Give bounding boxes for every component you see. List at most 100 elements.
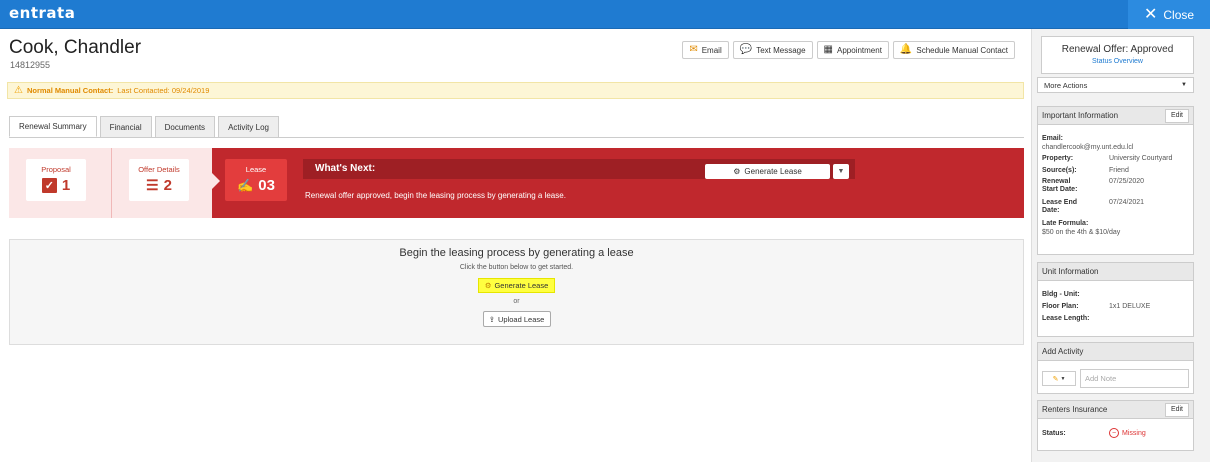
upload-lease-label: Upload Lease xyxy=(498,314,545,324)
property-label: Property: xyxy=(1042,155,1074,162)
missing-label: Missing xyxy=(1122,429,1146,437)
sources-value: Friend xyxy=(1109,167,1129,174)
bell-icon: 🔔 xyxy=(899,44,913,55)
proposal-value: 1 xyxy=(61,177,71,194)
bldg-unit-label: Bldg - Unit: xyxy=(1042,291,1080,298)
text-message-button[interactable]: 💬 Text Message xyxy=(732,41,813,59)
tab-documents[interactable]: Documents xyxy=(154,116,216,137)
tab-divider xyxy=(9,137,1024,138)
whats-next-description: Renewal offer approved, begin the leasin… xyxy=(305,191,566,200)
gears-icon: ⚙ xyxy=(484,281,492,290)
gears-icon: ⚙ xyxy=(733,167,741,176)
lease-label: Lease xyxy=(245,165,267,174)
alert-text: Last Contacted: 09/24/2019 xyxy=(117,86,210,95)
renters-insurance-edit-button[interactable]: Edit xyxy=(1164,402,1189,417)
close-button[interactable]: ✕ Close xyxy=(1128,0,1210,29)
main-content: Cook, Chandler 14812955 ✉ Email 💬 Text M… xyxy=(0,29,1031,462)
late-formula-label: Late Formula: xyxy=(1042,220,1089,227)
or-separator: or xyxy=(513,298,520,305)
offer-details-value: 2 xyxy=(163,177,172,194)
add-note-input[interactable]: Add Note xyxy=(1080,369,1189,388)
entrata-logo[interactable]: entrata xyxy=(9,4,75,22)
generate-lease-label: Generate Lease xyxy=(744,167,802,176)
chevron-down-icon: ▼ xyxy=(837,168,845,175)
contact-actions: ✉ Email 💬 Text Message ▦ Appointment 🔔 S… xyxy=(682,41,1015,59)
renters-insurance-section: Renters Insurance Edit Status: − Missing xyxy=(1037,400,1194,451)
panel-generate-lease-button[interactable]: ⚙ Generate Lease xyxy=(478,278,555,293)
panel-title: Begin the leasing process by generating … xyxy=(399,247,634,259)
text-message-label: Text Message xyxy=(756,45,806,55)
checkbox-icon: ✓ xyxy=(41,178,57,193)
email-button[interactable]: ✉ Email xyxy=(682,41,729,59)
upload-icon: ⇪ xyxy=(488,314,495,324)
lease-value: 03 xyxy=(258,177,275,194)
renters-insurance-title: Renters Insurance xyxy=(1042,405,1108,414)
close-icon: ✕ xyxy=(1143,5,1158,23)
calendar-icon: ▦ xyxy=(823,44,833,55)
important-information-section: Important Information Edit Email: chandl… xyxy=(1037,106,1194,255)
unit-info-title: Unit Information xyxy=(1042,267,1099,276)
proposal-label: Proposal xyxy=(41,165,71,174)
renewal-start-value: 07/25/2020 xyxy=(1109,178,1145,185)
renewal-offer-status: Renewal Offer: Approved Status Overview xyxy=(1041,36,1194,74)
generate-lease-button[interactable]: ⚙ Generate Lease xyxy=(705,164,830,179)
tab-activity-log[interactable]: Activity Log xyxy=(218,116,279,137)
email-value[interactable]: chandlercook@my.unt.edu.lcl xyxy=(1042,143,1193,152)
schedule-contact-button[interactable]: 🔔 Schedule Manual Contact xyxy=(892,41,1015,59)
proposal-step[interactable]: Proposal ✓ 1 xyxy=(26,159,86,201)
renewal-start-label: Renewal Start Date: xyxy=(1042,178,1078,193)
add-activity-title: Add Activity xyxy=(1042,347,1084,356)
alert-bold-text: Normal Manual Contact: xyxy=(26,86,114,95)
lease-step[interactable]: Lease ✍ 03 xyxy=(225,159,287,201)
warning-icon: ⚠ xyxy=(14,85,23,96)
generate-lease-panel: Begin the leasing process by generating … xyxy=(9,239,1024,345)
status-overview-link[interactable]: Status Overview xyxy=(1042,58,1193,65)
minus-circle-icon: − xyxy=(1109,428,1119,438)
panel-subtitle: Click the button below to get started. xyxy=(459,264,574,271)
lease-length-label: Lease Length: xyxy=(1042,315,1090,322)
whats-next-title: What's Next: xyxy=(315,163,376,174)
email-label: Email xyxy=(701,45,722,55)
floor-plan-label: Floor Plan: xyxy=(1042,303,1079,310)
tab-bar: Renewal Summary Financial Documents Acti… xyxy=(9,116,282,137)
chat-icon: 💬 xyxy=(739,44,753,55)
add-activity-section: Add Activity ✎ ▼ Add Note xyxy=(1037,342,1194,394)
insurance-status-value: − Missing xyxy=(1109,428,1146,438)
email-icon: ✉ xyxy=(689,44,698,55)
note-icon: ✎ xyxy=(1052,375,1059,383)
floor-plan-value: 1x1 DELUXE xyxy=(1109,303,1151,310)
late-formula-value: $50 on the 4th & $10/day xyxy=(1042,229,1121,236)
signature-icon: ✍ xyxy=(237,177,254,193)
more-actions-dropdown[interactable]: More Actions ▼ xyxy=(1037,77,1194,93)
renewal-progress: Proposal ✓ 1 Offer Details ☰ 2 Lease ✍ 0… xyxy=(9,148,1024,218)
tab-renewal-summary[interactable]: Renewal Summary xyxy=(9,116,97,137)
unit-information-section: Unit Information Bldg - Unit: Floor Plan… xyxy=(1037,262,1194,337)
generate-lease-dropdown[interactable]: ▼ xyxy=(833,164,849,179)
top-bar: entrata ✕ Close xyxy=(0,0,1210,29)
insurance-status-label: Status: xyxy=(1042,429,1066,437)
offer-details-step[interactable]: Offer Details ☰ 2 xyxy=(129,159,189,201)
schedule-contact-label: Schedule Manual Contact xyxy=(916,45,1008,55)
list-icon: ☰ xyxy=(146,177,159,193)
resident-name: Cook, Chandler xyxy=(9,37,142,58)
contact-alert: ⚠ Normal Manual Contact: Last Contacted:… xyxy=(7,82,1024,99)
chevron-down-icon: ▼ xyxy=(1060,375,1066,382)
appointment-button[interactable]: ▦ Appointment xyxy=(816,41,889,59)
activity-type-dropdown[interactable]: ✎ ▼ xyxy=(1042,371,1076,386)
chevron-down-icon: ▼ xyxy=(1181,82,1187,88)
offer-status-title: Renewal Offer: Approved xyxy=(1061,44,1174,55)
panel-generate-lease-label: Generate Lease xyxy=(494,281,549,290)
appointment-label: Appointment xyxy=(837,45,882,55)
step-arrow xyxy=(212,173,220,189)
step-divider xyxy=(111,148,112,218)
sources-label: Source(s): xyxy=(1042,167,1077,174)
offer-details-label: Offer Details xyxy=(138,165,180,174)
important-info-edit-button[interactable]: Edit xyxy=(1164,108,1189,123)
lease-end-label: Lease End Date: xyxy=(1042,199,1078,214)
property-value: University Courtyard xyxy=(1109,155,1173,162)
more-actions-label: More Actions xyxy=(1044,80,1088,90)
upload-lease-button[interactable]: ⇪ Upload Lease xyxy=(482,311,551,327)
tab-financial[interactable]: Financial xyxy=(99,116,152,137)
lease-end-value: 07/24/2021 xyxy=(1109,199,1145,206)
right-sidebar: Renewal Offer: Approved Status Overview … xyxy=(1031,29,1210,462)
